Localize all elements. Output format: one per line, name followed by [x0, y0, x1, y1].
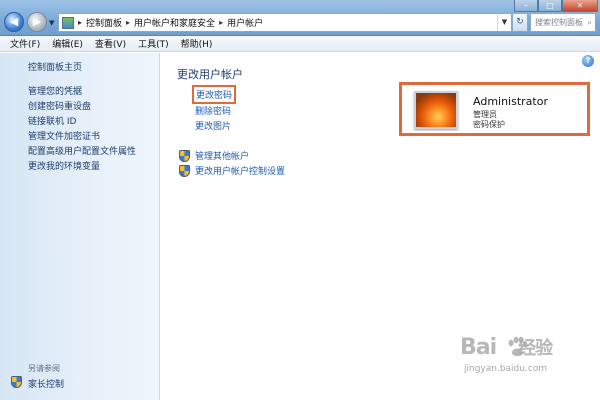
- shield-icon: [179, 149, 190, 162]
- help-icon[interactable]: ?: [582, 55, 594, 67]
- control-panel-icon: [62, 16, 74, 29]
- sidebar-item-advanced-profile-properties[interactable]: 配置高级用户配置文件属性: [28, 144, 136, 157]
- shield-icon: [179, 164, 190, 177]
- arrow-left-icon: ◀: [9, 15, 19, 28]
- paw-icon: [508, 336, 528, 356]
- arrow-right-icon: ▶: [32, 15, 42, 28]
- remove-password-link[interactable]: 删除密码: [195, 104, 231, 117]
- sidebar-item-link-online-id[interactable]: 链接联机 ID: [28, 114, 76, 127]
- chevron-right-icon[interactable]: ▸: [219, 18, 223, 27]
- breadcrumb-user-accounts[interactable]: 用户帐户: [227, 16, 263, 29]
- close-icon: ✕: [576, 1, 584, 10]
- sidebar-item-environment-variables[interactable]: 更改我的环境变量: [28, 159, 100, 172]
- refresh-icon: ↻: [516, 17, 524, 27]
- breadcrumb-control-panel[interactable]: 控制面板: [86, 16, 122, 29]
- uac-settings-link[interactable]: 更改用户帐户控制设置: [179, 164, 285, 177]
- menu-view[interactable]: 查看(V): [95, 37, 126, 50]
- baidu-watermark: Bai 经验 jingyan.baidu.com: [460, 334, 600, 384]
- sidebar-item-manage-encryption-certs[interactable]: 管理文件加密证书: [28, 129, 100, 142]
- recent-pages-dropdown[interactable]: ▼: [49, 19, 54, 27]
- sidebar-item-parental-controls[interactable]: 家长控制: [28, 377, 64, 390]
- sidebar: 控制面板主页 管理您的凭据 创建密码重设盘 链接联机 ID 管理文件加密证书 配…: [0, 53, 160, 400]
- sidebar-item-control-panel-home[interactable]: 控制面板主页: [28, 60, 82, 73]
- chevron-right-icon[interactable]: ▸: [126, 18, 130, 27]
- see-also-label: 另请参阅: [28, 364, 60, 373]
- maximize-button[interactable]: □: [538, 0, 562, 12]
- menu-bar: 文件(F) 编辑(E) 查看(V) 工具(T) 帮助(H): [0, 36, 600, 52]
- uac-settings-label: 更改用户帐户控制设置: [195, 167, 286, 177]
- change-picture-link[interactable]: 更改图片: [195, 119, 231, 132]
- minimize-button[interactable]: –: [514, 0, 538, 12]
- maximize-icon: □: [546, 1, 554, 10]
- menu-help[interactable]: 帮助(H): [181, 37, 213, 50]
- sidebar-item-manage-credentials[interactable]: 管理您的凭据: [28, 84, 82, 97]
- account-card: Administrator 管理员 密码保护: [399, 82, 590, 136]
- page-title: 更改用户帐户: [177, 68, 243, 81]
- address-bar[interactable]: ▸ 控制面板 ▸ 用户帐户和家庭安全 ▸ 用户帐户 ▼: [58, 13, 512, 32]
- watermark-logo-text: Bai: [460, 335, 497, 360]
- watermark-url: jingyan.baidu.com: [464, 364, 548, 374]
- menu-file[interactable]: 文件(F): [10, 37, 40, 50]
- shield-icon: [11, 376, 22, 388]
- window-controls: – □ ✕: [514, 0, 598, 12]
- address-dropdown-icon[interactable]: ▼: [497, 14, 511, 31]
- back-button[interactable]: ◀: [4, 12, 24, 32]
- account-status: 密码保护: [473, 120, 505, 129]
- search-input[interactable]: 搜索控制面板 ⌕: [530, 13, 596, 32]
- manage-other-accounts-link[interactable]: 管理其他帐户: [179, 149, 249, 162]
- forward-button[interactable]: ▶: [27, 12, 47, 32]
- breadcrumb-user-accounts-family[interactable]: 用户帐户和家庭安全: [134, 16, 215, 29]
- avatar: [414, 91, 458, 129]
- sidebar-item-create-reset-disk[interactable]: 创建密码重设盘: [28, 99, 91, 112]
- chevron-right-icon[interactable]: ▸: [78, 18, 82, 27]
- refresh-button[interactable]: ↻: [512, 13, 528, 32]
- minimize-icon: –: [524, 1, 528, 10]
- account-name: Administrator: [473, 95, 548, 108]
- close-button[interactable]: ✕: [562, 0, 598, 12]
- manage-other-accounts-label: 管理其他帐户: [195, 152, 250, 162]
- menu-tools[interactable]: 工具(T): [138, 37, 169, 50]
- search-placeholder: 搜索控制面板: [535, 18, 583, 27]
- search-icon: ⌕: [587, 18, 592, 27]
- menu-edit[interactable]: 编辑(E): [52, 37, 83, 50]
- title-bar: ◀ ▶ ▼ ▸ 控制面板 ▸ 用户帐户和家庭安全 ▸ 用户帐户 ▼ ↻ 搜索控制…: [0, 0, 600, 36]
- change-password-link[interactable]: 更改密码: [191, 85, 237, 104]
